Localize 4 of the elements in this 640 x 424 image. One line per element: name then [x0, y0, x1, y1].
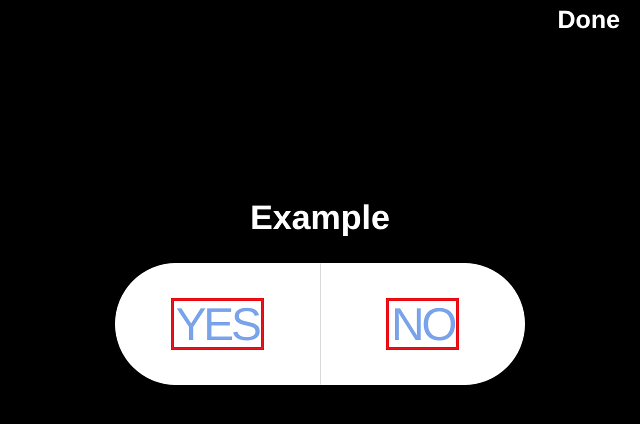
poll-question: Example [250, 199, 390, 238]
poll-option[interactable]: YES [170, 298, 264, 350]
done-button[interactable]: Done [558, 6, 620, 35]
poll-option[interactable]: NO [386, 298, 460, 350]
